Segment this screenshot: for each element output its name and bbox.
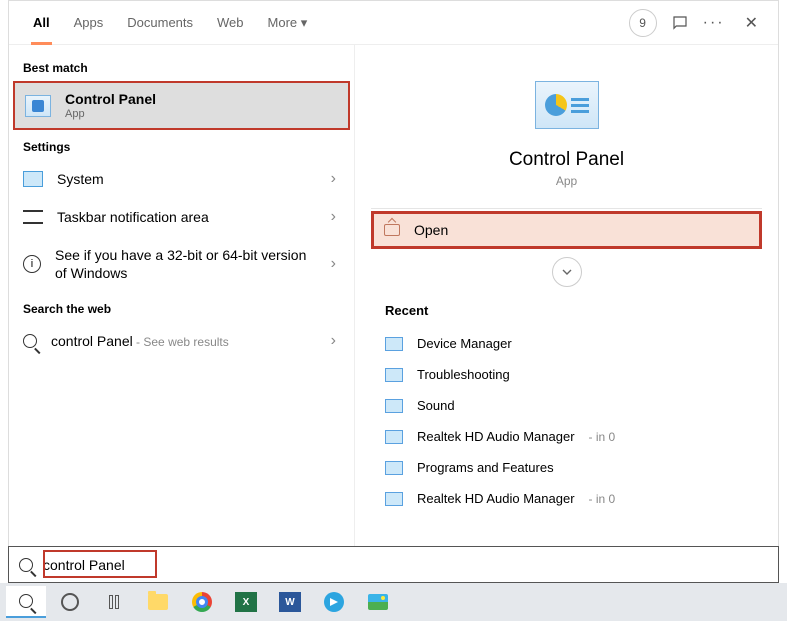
taskbar-telegram[interactable] <box>314 586 354 618</box>
app-icon <box>385 399 403 413</box>
control-panel-icon <box>25 95 51 117</box>
chevron-right-icon: › <box>331 255 336 273</box>
taskbar-search-button[interactable] <box>6 586 46 618</box>
chevron-down-icon: ▾ <box>301 15 308 31</box>
recent-item[interactable]: Realtek HD Audio Manager - in 0 <box>371 421 762 452</box>
word-icon: W <box>279 592 301 612</box>
taskbar-chrome[interactable] <box>182 586 222 618</box>
chevron-down-icon <box>561 266 573 278</box>
best-match-title: Control Panel <box>65 91 338 107</box>
best-match-sub: App <box>65 108 338 120</box>
recent-item[interactable]: Realtek HD Audio Manager - in 0 <box>371 483 762 514</box>
preview-pane: Control Panel App Open Recent Device Man… <box>355 45 778 582</box>
taskbar-word[interactable]: W <box>270 586 310 618</box>
taskbar-photos[interactable] <box>358 586 398 618</box>
rewards-badge[interactable]: 9 <box>629 9 657 37</box>
taskbar-file-explorer[interactable] <box>138 586 178 618</box>
settings-label: Settings <box>9 130 354 160</box>
search-box[interactable] <box>8 546 779 583</box>
open-icon <box>384 224 400 236</box>
settings-32-64-bit[interactable]: i See if you have a 32-bit or 64-bit ver… <box>9 236 354 292</box>
results-pane: Best match Control Panel App Settings Sy… <box>9 45 355 582</box>
tab-documents[interactable]: Documents <box>115 1 205 45</box>
info-icon: i <box>23 255 41 273</box>
search-window: All Apps Documents Web More ▾ 9 ··· ✕ Be… <box>8 0 779 583</box>
chevron-right-icon: › <box>331 332 336 350</box>
chrome-icon <box>192 592 212 612</box>
chevron-right-icon: › <box>331 208 336 226</box>
photos-icon <box>368 594 388 610</box>
tab-apps[interactable]: Apps <box>62 1 116 45</box>
search-web-label: Search the web <box>9 292 354 322</box>
app-icon <box>385 492 403 506</box>
recent-item[interactable]: Sound <box>371 390 762 421</box>
best-match-control-panel[interactable]: Control Panel App <box>13 81 350 130</box>
cortana-icon <box>61 593 79 611</box>
recent-list: Device Manager Troubleshooting Sound Rea… <box>371 328 762 514</box>
app-icon <box>385 430 403 444</box>
preview-title: Control Panel <box>509 149 624 171</box>
recent-item[interactable]: Troubleshooting <box>371 359 762 390</box>
search-icon <box>23 334 37 348</box>
tabs-bar: All Apps Documents Web More ▾ 9 ··· ✕ <box>9 1 778 45</box>
best-match-label: Best match <box>9 51 354 81</box>
app-icon <box>385 368 403 382</box>
preview-sub: App <box>556 174 577 188</box>
taskbar: X W <box>0 583 787 621</box>
recent-item[interactable]: Device Manager <box>371 328 762 359</box>
taskbar-cortana[interactable] <box>50 586 90 618</box>
tab-more[interactable]: More ▾ <box>256 1 320 45</box>
recent-item[interactable]: Programs and Features <box>371 452 762 483</box>
search-input[interactable] <box>43 557 778 573</box>
more-options-icon[interactable]: ··· <box>703 14 725 32</box>
settings-taskbar-notification[interactable]: Taskbar notification area › <box>9 198 354 236</box>
excel-icon: X <box>235 592 257 612</box>
close-button[interactable]: ✕ <box>739 9 764 37</box>
search-icon <box>19 594 33 608</box>
chevron-right-icon: › <box>331 170 336 188</box>
tab-web[interactable]: Web <box>205 1 256 45</box>
expand-button[interactable] <box>552 257 582 287</box>
recent-label: Recent <box>371 297 442 328</box>
telegram-icon <box>324 592 344 612</box>
taskview-icon <box>109 595 119 609</box>
feedback-icon[interactable] <box>671 14 689 32</box>
taskbar-excel[interactable]: X <box>226 586 266 618</box>
tab-all[interactable]: All <box>21 1 62 45</box>
web-result-control-panel[interactable]: control Panel - See web results › <box>9 322 354 360</box>
taskbar-taskview[interactable] <box>94 586 134 618</box>
settings-system[interactable]: System › <box>9 160 354 198</box>
search-icon <box>19 558 33 572</box>
taskbar-icon <box>23 210 43 224</box>
folder-icon <box>148 594 168 610</box>
monitor-icon <box>23 171 43 187</box>
control-panel-large-icon <box>535 81 599 129</box>
open-action[interactable]: Open <box>371 211 762 249</box>
app-icon <box>385 461 403 475</box>
app-icon <box>385 337 403 351</box>
